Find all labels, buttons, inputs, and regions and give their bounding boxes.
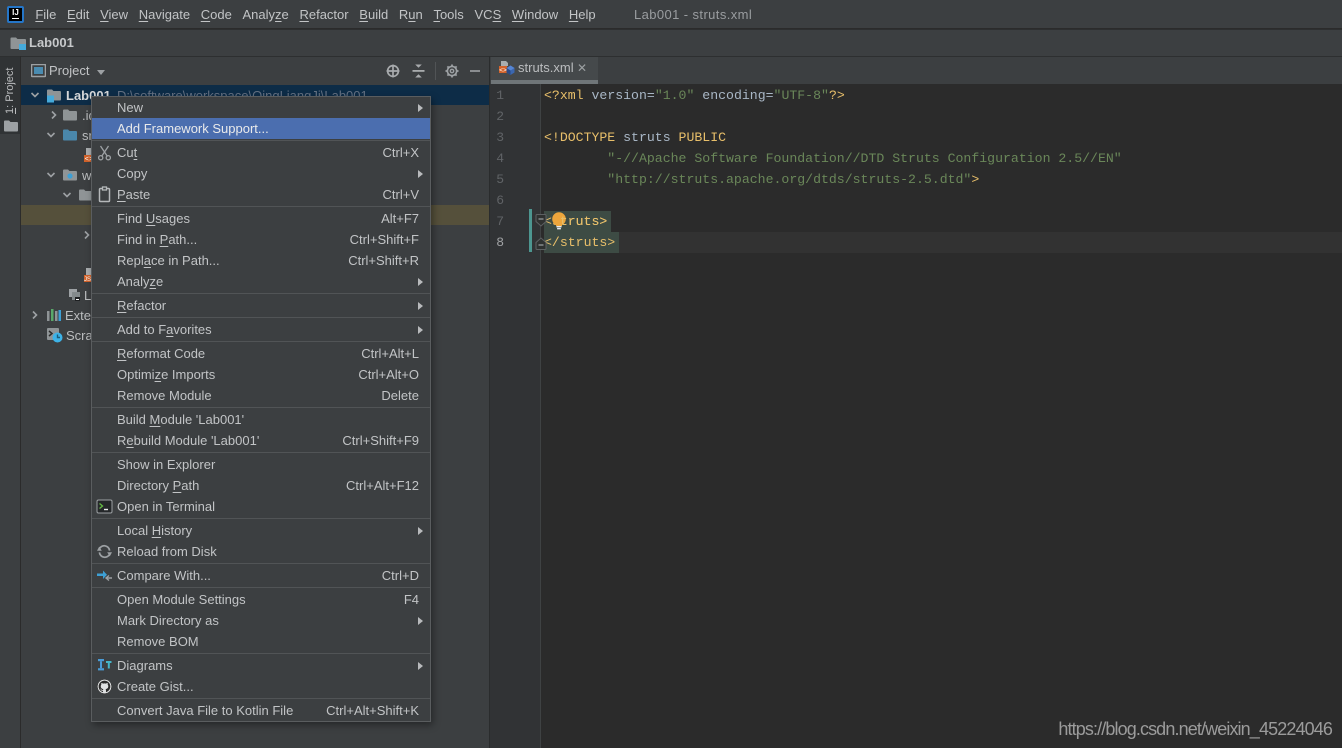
- svg-text:<>: <>: [499, 67, 507, 74]
